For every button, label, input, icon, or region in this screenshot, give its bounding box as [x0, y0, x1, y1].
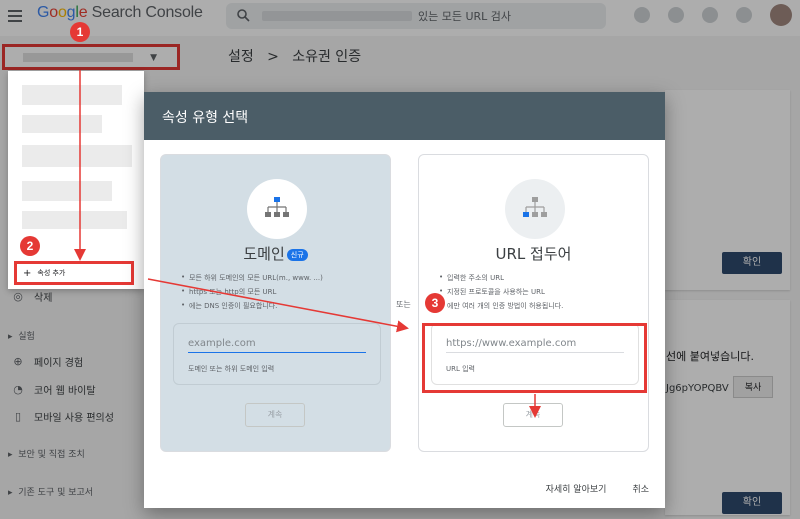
list-item: 입력한 주소의 URL [439, 273, 639, 283]
plus-icon: + [23, 267, 32, 279]
url-prefix-features: 입력한 주소의 URL 지정된 프로토콜을 사용하는 URL 에만 여러 개의 … [439, 273, 639, 315]
property-type-dialog: 속성 유형 선택 도메인신규 모든 하위 도메인의 모든 URL(m., www… [144, 92, 665, 508]
url-prefix-title: URL 접두어 [495, 245, 572, 263]
domain-title: 도메인 신규 [161, 243, 390, 264]
or-label: 또는 [396, 300, 411, 309]
step-badge-1: 1 [70, 22, 90, 42]
redacted-item [22, 211, 127, 229]
redacted-item [22, 145, 132, 167]
dialog-title: 속성 유형 선택 [144, 92, 665, 140]
step-badge-2: 2 [20, 236, 40, 256]
list-item: https 또는 http의 모든 URL [181, 287, 381, 297]
domain-input-help: 도메인 또는 하위 도메인 입력 [188, 365, 275, 373]
url-prefix-option-card[interactable]: URL 접두어 입력한 주소의 URL 지정된 프로토콜을 사용하는 URL 에… [418, 154, 649, 452]
list-item: 에만 여러 개의 인증 방법이 허용됩니다. [439, 301, 639, 311]
list-item: 지정된 프로토콜을 사용하는 URL [439, 287, 639, 297]
dialog-footer: 자세히 알아보기 취소 [546, 482, 649, 495]
sitemap-icon [265, 197, 289, 217]
redacted-item [22, 115, 102, 133]
list-item: 모든 하위 도메인의 모든 URL(m., www. ...) [181, 273, 381, 283]
url-continue-button[interactable]: 계속 [503, 403, 563, 427]
redacted-item [22, 85, 122, 105]
redacted-item [22, 181, 112, 201]
step-badge-3: 3 [425, 293, 445, 313]
cancel-button[interactable]: 취소 [632, 482, 649, 495]
learn-more-button[interactable]: 자세히 알아보기 [546, 482, 607, 495]
list-item: 에는 DNS 인증이 필요합니다. [181, 301, 381, 311]
add-property-item[interactable]: + 속성 추가 [14, 261, 134, 285]
sitemap-icon [523, 197, 547, 217]
domain-continue-button[interactable]: 계속 [245, 403, 305, 427]
domain-features: 모든 하위 도메인의 모든 URL(m., www. ...) https 또는… [181, 273, 381, 315]
domain-input-card: example.com 도메인 또는 하위 도메인 입력 [173, 323, 381, 385]
property-dropdown [8, 71, 144, 289]
url-icon-circle [505, 179, 565, 239]
domain-input[interactable]: example.com [188, 338, 366, 353]
domain-option-card[interactable]: 도메인신규 모든 하위 도메인의 모든 URL(m., www. ...) ht… [160, 154, 391, 452]
new-badge: 신규 [286, 248, 308, 261]
domain-icon-circle [247, 179, 307, 239]
url-input-highlight [422, 323, 647, 393]
